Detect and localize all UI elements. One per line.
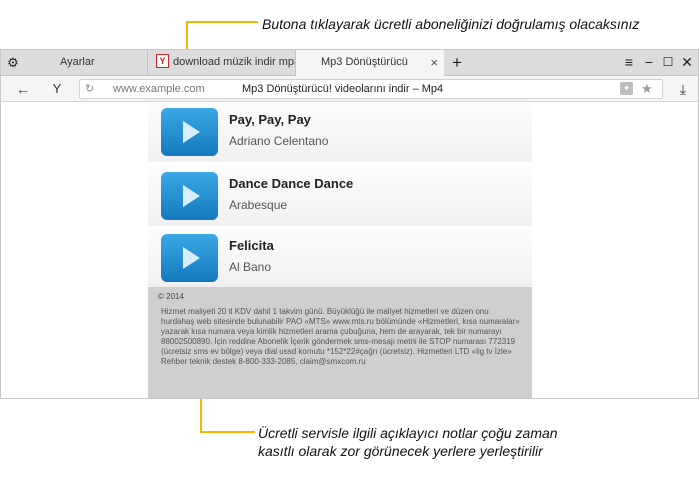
yandex-favicon-icon: Y (156, 54, 169, 69)
download-icon[interactable]: ⤓ (673, 76, 693, 102)
url-text: www.example.com (113, 83, 205, 95)
song-artist: Adriano Celentano (229, 134, 329, 148)
new-tab-button[interactable]: + (447, 50, 467, 75)
page-content: Pay, Pay, Pay Adriano Celentano Dance Da… (1, 102, 698, 398)
minimize-icon[interactable]: − (639, 50, 659, 75)
song-item[interactable]: Pay, Pay, Pay Adriano Celentano (148, 102, 532, 162)
play-icon (183, 247, 200, 269)
back-button[interactable]: ← (13, 76, 33, 102)
annotation-bottom: Ücretli servisle ilgili açıklayıcı notla… (258, 425, 558, 459)
song-list: Pay, Pay, Pay Adriano Celentano Dance Da… (148, 102, 532, 398)
song-title: Dance Dance Dance (229, 176, 354, 191)
song-artist: Arabesque (229, 198, 288, 212)
tab-mp3-label: Mp3 Dönüştürücü (321, 56, 408, 68)
tab-settings[interactable]: ⚙ Ayarlar (1, 50, 148, 75)
gear-icon: ⚙ (7, 55, 19, 70)
tab-mp3-converter[interactable]: Mp3 Dönüştürücü × (296, 50, 444, 76)
song-item[interactable]: Dance Dance Dance Arabesque (148, 166, 532, 226)
play-icon (183, 185, 200, 207)
song-item[interactable]: Felicita Al Bano (148, 228, 532, 288)
tab-download-label: download müzik indir mp3 d (173, 56, 296, 68)
copyright: © 2014 (158, 292, 184, 301)
yandex-logo-icon[interactable]: Y (49, 76, 65, 102)
browser-window: ⚙ Ayarlar Ydownload müzik indir mp3 d Mp… (0, 49, 699, 399)
reload-icon[interactable]: ↻ (85, 80, 94, 98)
tab-download[interactable]: Ydownload müzik indir mp3 d (148, 50, 296, 75)
play-button[interactable] (161, 108, 218, 156)
footer: © 2014 Hizmet maliyeti 20 tl KDV dahil 1… (148, 287, 532, 398)
page-title: Mp3 Dönüştürücü! videolarını indir – Mp4 (242, 83, 444, 95)
toolbar: ← Y ↻ www.example.com Mp3 Dönüştürücü! v… (1, 76, 698, 102)
annotation-top: Butona tıklayarak ücretli aboneliğinizi … (262, 16, 640, 32)
callout-line-bottom-horizontal (200, 431, 255, 433)
tab-bar: ⚙ Ayarlar Ydownload müzik indir mp3 d Mp… (1, 50, 698, 76)
tab-settings-label: Ayarlar (60, 56, 95, 68)
maximize-icon[interactable]: ☐ (658, 50, 678, 75)
callout-line-top-horizontal (186, 21, 258, 23)
song-title: Pay, Pay, Pay (229, 112, 311, 127)
song-artist: Al Bano (229, 260, 272, 274)
play-button[interactable] (161, 172, 218, 220)
close-window-icon[interactable]: ✕ (677, 50, 697, 75)
footer-disclaimer: Hizmet maliyeti 20 tl KDV dahil 1 takvim… (161, 307, 520, 366)
play-icon (183, 121, 200, 143)
menu-icon[interactable]: ≡ (619, 50, 639, 75)
song-title: Felicita (229, 238, 274, 253)
extension-icon[interactable]: ✦ (620, 82, 633, 95)
bookmark-star-icon[interactable]: ★ (641, 80, 653, 98)
close-tab-icon[interactable]: × (430, 50, 438, 75)
play-button[interactable] (161, 234, 218, 282)
address-bar[interactable]: ↻ www.example.com Mp3 Dönüştürücü! video… (79, 79, 663, 99)
